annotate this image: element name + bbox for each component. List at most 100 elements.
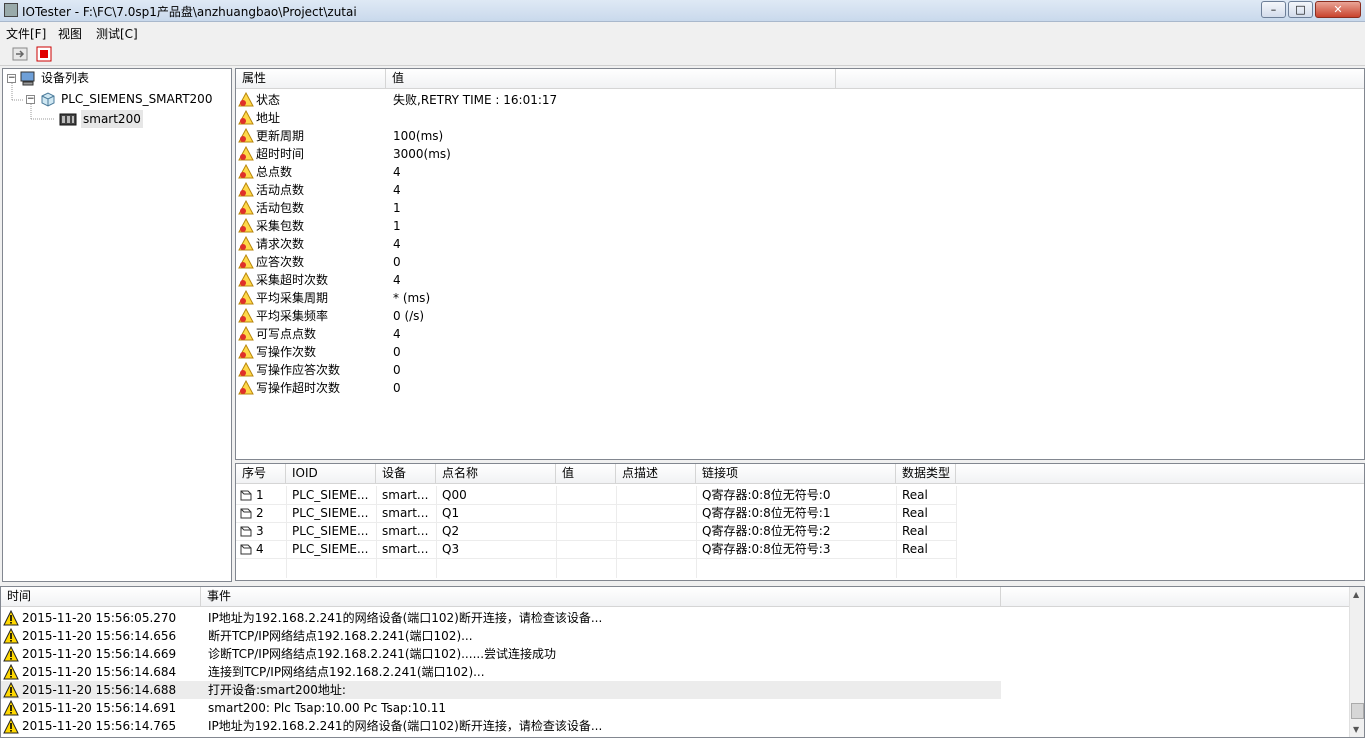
property-row[interactable]: 写操作超时次数 0: [236, 379, 836, 397]
property-value: 0 (/s): [393, 309, 425, 323]
point-name: Q1: [442, 506, 460, 520]
point-row[interactable]: 3 PLC_SIEME... smart... Q2 Q寄存器:0:8位无符号:2 Rea…: [236, 522, 956, 540]
property-name: 应答次数: [256, 255, 305, 269]
property-row[interactable]: 请求次数 4: [236, 235, 836, 253]
point-row[interactable]: 4 PLC_SIEME... smart... Q3 Q寄存器:0:8位无符号:3 Rea…: [236, 540, 956, 558]
log-time: 2015-11-20 15:56:14.684: [22, 665, 177, 679]
property-row[interactable]: 写操作应答次数 0: [236, 361, 836, 379]
log-row[interactable]: 2015-11-20 15:56:14.688 打开设备:smart200地址:: [1, 681, 1001, 699]
property-row[interactable]: 写操作次数 0: [236, 343, 836, 361]
header-time[interactable]: 时间: [1, 587, 201, 607]
point-ioid: PLC_SIEME...: [292, 506, 369, 520]
minimize-button[interactable]: –: [1261, 1, 1286, 18]
point-description: [622, 486, 694, 504]
property-icon: [238, 343, 254, 360]
grid-line: [956, 486, 957, 578]
property-value: 1: [393, 219, 401, 233]
property-row[interactable]: 总点数 4: [236, 163, 836, 181]
point-name: Q00: [442, 488, 467, 502]
close-button[interactable]: ✕: [1315, 1, 1361, 18]
property-name: 写操作次数: [256, 345, 317, 359]
property-value: 1: [393, 201, 401, 215]
property-row[interactable]: 活动点数 4: [236, 181, 836, 199]
warning-icon: [3, 627, 19, 644]
property-value: 0: [393, 345, 401, 359]
property-name: 超时时间: [256, 147, 305, 161]
point-row[interactable]: 2 PLC_SIEME... smart... Q1 Q寄存器:0:8位无符号:1 Rea…: [236, 504, 956, 522]
property-name: 请求次数: [256, 237, 305, 251]
point-data-type: Real: [902, 542, 928, 556]
header-description[interactable]: 点描述: [616, 464, 696, 484]
log-row[interactable]: 2015-11-20 15:56:05.270 IP地址为192.168.2.24…: [1, 609, 1001, 627]
window-title: IOTester - F:\FC\7.0sp1产品盘\anzhuangbao\P…: [22, 5, 357, 19]
scroll-thumb[interactable]: [1351, 703, 1364, 719]
point-seq: 1: [256, 488, 264, 502]
menu-view[interactable]: 视图: [58, 25, 82, 42]
point-description: [622, 540, 694, 558]
toolbar: [0, 42, 1365, 66]
property-value: * (ms): [393, 291, 431, 305]
log-row[interactable]: 2015-11-20 15:56:14.669 诊断TCP/IP网络结点192.1…: [1, 645, 1001, 663]
row-divider: [236, 558, 956, 559]
tree-root-label: 设备列表: [41, 71, 90, 85]
point-description: [622, 522, 694, 540]
point-row[interactable]: 1 PLC_SIEME... smart... Q00 Q寄存器:0:8位无符号:0 Re…: [236, 486, 956, 504]
run-button[interactable]: [12, 46, 28, 62]
log-event: 连接到TCP/IP网络结点192.168.2.241(端口102)...: [208, 665, 485, 679]
property-row[interactable]: 采集包数 1: [236, 217, 836, 235]
property-row[interactable]: 平均采集周期 * (ms): [236, 289, 836, 307]
property-icon: [238, 217, 254, 234]
warning-icon: [3, 663, 19, 680]
property-icon: [238, 325, 254, 342]
maximize-button[interactable]: □: [1288, 1, 1313, 18]
points-header: 序号 IOID 设备 点名称 值 点描述 链接项 数据类型: [236, 464, 1364, 484]
header-device[interactable]: 设备: [376, 464, 436, 484]
header-property[interactable]: 属性: [236, 69, 386, 89]
log-panel: 时间 事件 2015-11-20 15:56:05.270 IP地址为192.16…: [0, 586, 1365, 738]
property-row[interactable]: 活动包数 1: [236, 199, 836, 217]
header-event[interactable]: 事件: [201, 587, 1001, 607]
log-row[interactable]: 2015-11-20 15:56:14.765 IP地址为192.168.2.24…: [1, 717, 1001, 735]
header-seq[interactable]: 序号: [236, 464, 286, 484]
property-row[interactable]: 应答次数 0: [236, 253, 836, 271]
menu-file[interactable]: 文件[F]: [6, 25, 46, 42]
scroll-down-icon[interactable]: ▼: [1353, 725, 1359, 734]
property-value: 100(ms): [393, 129, 444, 143]
property-row[interactable]: 平均采集频率 0 (/s): [236, 307, 836, 325]
property-icon: [238, 109, 254, 126]
point-data-type: Real: [902, 488, 928, 502]
point-device: smart...: [382, 488, 429, 502]
point-value: [562, 540, 614, 558]
log-time: 2015-11-20 15:56:14.656: [22, 629, 177, 643]
property-icon: [238, 235, 254, 252]
menu-test[interactable]: 测试[C]: [96, 25, 138, 42]
property-row[interactable]: 超时时间 3000(ms): [236, 145, 836, 163]
header-ioid[interactable]: IOID: [286, 464, 376, 484]
property-row[interactable]: 采集超时次数 4: [236, 271, 836, 289]
stop-button[interactable]: [36, 46, 52, 62]
scroll-up-icon[interactable]: ▲: [1353, 590, 1359, 599]
menu-bar: 文件[F] 视图 测试[C]: [0, 22, 1365, 42]
log-event: 打开设备:smart200地址:: [208, 683, 346, 697]
header-link[interactable]: 链接项: [696, 464, 896, 484]
property-name: 状态: [256, 93, 281, 107]
point-tag-icon: [239, 506, 255, 522]
header-point-name[interactable]: 点名称: [436, 464, 556, 484]
log-scrollbar[interactable]: ▲ ▼: [1349, 587, 1364, 737]
point-link: Q寄存器:0:8位无符号:2: [702, 524, 831, 538]
tree-device-expander[interactable]: −: [26, 95, 35, 104]
header-value[interactable]: 值: [556, 464, 616, 484]
tree-root-expander[interactable]: −: [7, 74, 16, 83]
property-value: 0: [393, 255, 401, 269]
property-value: 0: [393, 381, 401, 395]
header-data-type[interactable]: 数据类型: [896, 464, 956, 484]
header-value[interactable]: 值: [386, 69, 836, 89]
property-row[interactable]: 可写点点数 4: [236, 325, 836, 343]
log-row[interactable]: 2015-11-20 15:56:14.684 连接到TCP/IP网络结点192.…: [1, 663, 1001, 681]
log-row[interactable]: 2015-11-20 15:56:14.656 断开TCP/IP网络结点192.1…: [1, 627, 1001, 645]
log-row[interactable]: 2015-11-20 15:56:14.691 smart200: Plc Tsa…: [1, 699, 1001, 717]
property-row[interactable]: 地址: [236, 109, 836, 127]
property-row[interactable]: 更新周期 100(ms): [236, 127, 836, 145]
property-row[interactable]: 状态 失败,RETRY TIME : 16:01:17: [236, 91, 836, 109]
log-event: IP地址为192.168.2.241的网络设备(端口102)断开连接，请检查该设…: [208, 611, 603, 625]
